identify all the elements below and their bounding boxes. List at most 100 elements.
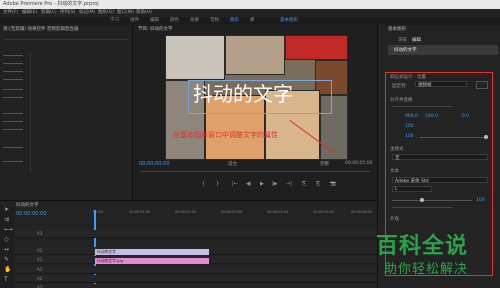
program-duration: 00:00:05:00: [345, 161, 373, 166]
layer-name[interactable]: 抖动的文字: [394, 47, 417, 53]
step-forward-button[interactable]: |▶: [272, 181, 278, 187]
font-style-value[interactable]: L: [395, 187, 398, 192]
source-panel: 源:(无剪辑) 效果控件 音频剪辑混合器: [0, 25, 133, 205]
keyframe-divider: [30, 53, 31, 173]
menu-window[interactable]: 窗口(W): [117, 9, 134, 17]
scrub-bar[interactable]: [140, 171, 370, 172]
pen-tool-icon[interactable]: ✎: [4, 257, 10, 263]
font-style-select[interactable]: [392, 186, 432, 192]
rotation-value[interactable]: 0.0: [462, 114, 469, 119]
go-to-out-button[interactable]: →|: [286, 181, 292, 187]
timeline-ruler[interactable]: 00:00 00:00:01:00 00:00:02:00 00:00:03:0…: [93, 210, 377, 216]
property-row[interactable]: [3, 161, 23, 162]
workspace-libraries[interactable]: 库: [250, 17, 255, 24]
menu-clip[interactable]: 剪辑(C): [41, 9, 57, 17]
quality-select[interactable]: 完整: [320, 161, 329, 167]
timeline-title[interactable]: 抖动的文字: [16, 202, 39, 210]
workspace-audio[interactable]: 音频: [210, 17, 219, 24]
watermark: 百科全说 助你轻松解决: [368, 225, 500, 288]
tab-browse[interactable]: 浏览: [398, 37, 407, 43]
overlay-title-text[interactable]: 抖动的文字: [193, 81, 330, 107]
mark-in-button[interactable]: {: [202, 181, 205, 187]
razor-tool-icon[interactable]: ◇: [4, 237, 10, 243]
essential-graphics-title[interactable]: 基本图形: [388, 26, 406, 34]
window-title: Adobe Premiere Pro - 抖动的文字.prproj: [3, 1, 99, 7]
slip-tool-icon[interactable]: ↔: [4, 247, 10, 253]
workspace-editing[interactable]: 编辑: [150, 17, 159, 24]
panel-divider: [3, 39, 128, 40]
master-style-select[interactable]: [392, 154, 488, 160]
workspace-tabs: 学习 组件 编辑 颜色 效果 音频 图形 库 基本图形: [0, 17, 500, 24]
font-size-slider[interactable]: [392, 200, 472, 201]
timeline-timecode[interactable]: 00:00:00:00: [16, 211, 47, 217]
scale-value[interactable]: 100: [405, 124, 414, 129]
menu-marker[interactable]: 标记(M): [79, 9, 95, 17]
mark-out-button[interactable]: }: [216, 181, 219, 187]
position-y-value[interactable]: 540.0: [425, 114, 438, 119]
property-row[interactable]: [3, 97, 23, 98]
master-style-value[interactable]: 无: [395, 155, 400, 161]
property-row[interactable]: [3, 129, 23, 130]
workspace-effects[interactable]: 效果: [190, 17, 199, 24]
property-row[interactable]: [3, 71, 23, 72]
font-size-slider-thumb[interactable]: [420, 198, 424, 202]
property-row[interactable]: [3, 55, 23, 56]
extract-button[interactable]: ⎗: [316, 181, 320, 187]
program-timecode[interactable]: 00:00:00:00: [139, 161, 170, 167]
menu-edit[interactable]: 编辑(E): [22, 9, 37, 17]
text-graphic-clip[interactable]: 抖动的文字: [95, 249, 209, 255]
font-size-value[interactable]: 100: [476, 198, 485, 203]
play-button[interactable]: ▶: [260, 181, 264, 187]
monitor-controls: [134, 160, 376, 200]
text-align-buttons[interactable]: [392, 207, 452, 212]
menu-help[interactable]: 帮助(H): [136, 9, 152, 17]
opacity-slider-thumb[interactable]: [484, 135, 488, 139]
selection-tool-icon[interactable]: ➤: [4, 207, 10, 213]
zoom-select[interactable]: 适合: [228, 161, 237, 167]
responsive-section-label: 响应式设计 - 位置: [390, 75, 426, 80]
align-buttons[interactable]: [392, 106, 452, 111]
type-tool-icon[interactable]: T: [4, 277, 10, 283]
track-select-tool-icon[interactable]: ⇉: [4, 217, 10, 223]
property-row[interactable]: [3, 121, 23, 122]
export-frame-icon[interactable]: 📷: [330, 181, 336, 187]
app-window: Adobe Premiere Pro - 抖动的文字.prproj 文件(F) …: [0, 0, 500, 288]
workspace-learn[interactable]: 学习: [110, 17, 119, 24]
workspace-graphics[interactable]: 图形: [230, 17, 239, 24]
property-row[interactable]: [3, 63, 23, 64]
track-label: A1: [37, 267, 43, 272]
lift-button[interactable]: ⎘: [302, 181, 306, 187]
menu-sequence[interactable]: 序列(S): [60, 9, 75, 17]
image-clip[interactable]: 抖动的文字.jpg: [95, 258, 209, 264]
property-row[interactable]: [3, 113, 23, 114]
source-panel-title[interactable]: 源:(无剪辑) 效果控件 音频剪辑混合器: [3, 26, 78, 34]
title-bar: Adobe Premiere Pro - 抖动的文字.prproj: [0, 0, 500, 9]
pin-to-value[interactable]: 视频帧: [418, 82, 432, 88]
pin-grid-icon[interactable]: [476, 81, 488, 89]
font-value[interactable]: Adobe 宋体 Std: [395, 178, 429, 184]
track-row-a3[interactable]: A3: [15, 284, 377, 288]
workspace-color[interactable]: 颜色: [170, 17, 179, 24]
video-tile: [225, 35, 285, 75]
property-row[interactable]: [3, 89, 23, 90]
track-row-v3[interactable]: V3: [15, 230, 377, 238]
position-x-value[interactable]: 960.0: [405, 114, 418, 119]
hand-tool-icon[interactable]: ✋: [4, 267, 11, 273]
program-monitor-title[interactable]: 节目: 抖动的文字: [138, 26, 172, 34]
workspace-essential-graphics[interactable]: 基本图形: [280, 17, 298, 24]
workspace-assembly[interactable]: 组件: [130, 17, 139, 24]
menu-file[interactable]: 文件(F): [3, 9, 18, 17]
track-row-a2[interactable]: A2: [15, 275, 377, 283]
go-to-in-button[interactable]: |←: [232, 181, 238, 187]
watermark-subtitle: 助你轻松解决: [384, 262, 469, 277]
tab-edit[interactable]: 编辑: [412, 37, 421, 43]
property-row[interactable]: [3, 79, 23, 80]
property-row[interactable]: [3, 147, 23, 148]
ripple-edit-tool-icon[interactable]: ⟷: [4, 227, 13, 233]
step-back-button[interactable]: ◀|: [246, 181, 252, 187]
menu-graphics[interactable]: 图形(G): [98, 9, 114, 17]
track-row-a1[interactable]: A1: [15, 266, 377, 274]
align-section-label: 对齐并变换: [390, 98, 413, 103]
opacity-slider[interactable]: [420, 137, 488, 138]
opacity-value[interactable]: 100: [405, 134, 414, 139]
